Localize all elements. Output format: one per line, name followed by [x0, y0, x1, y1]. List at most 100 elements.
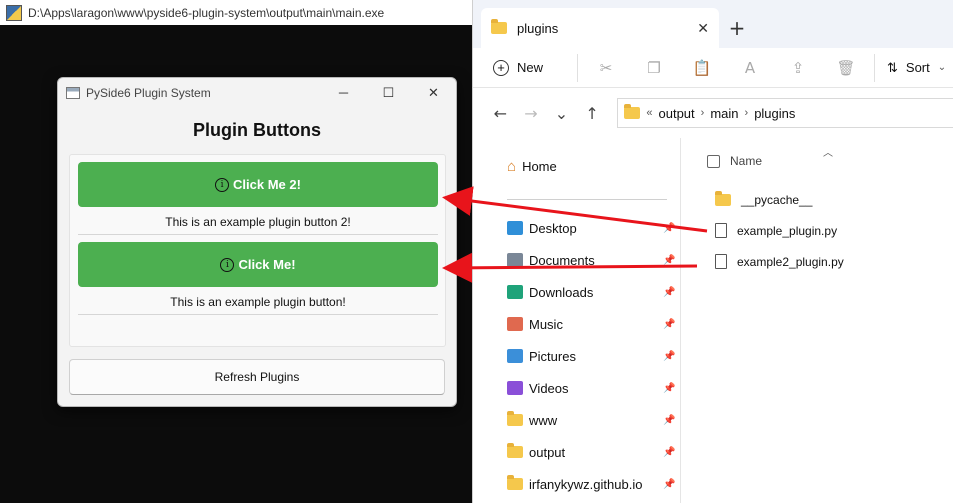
- breadcrumb-separator: ›: [744, 107, 749, 119]
- pin-icon[interactable]: 📌: [663, 319, 675, 330]
- column-header-name[interactable]: Name ︿: [681, 138, 953, 184]
- sort-icon: ⇅: [887, 59, 898, 75]
- breadcrumb-separator: ›: [700, 107, 705, 119]
- sidebar-list: Desktop 📌 Documents 📌 Downloads 📌 Music 📌 Pictur…: [473, 212, 680, 500]
- breadcrumb-plugins[interactable]: plugins: [754, 106, 795, 121]
- select-all-checkbox[interactable]: [707, 154, 720, 168]
- desktop-icon: [507, 221, 523, 235]
- pin-icon[interactable]: 📌: [663, 479, 675, 490]
- sidebar-item-label: Home: [522, 158, 557, 174]
- sidebar-item-downloads[interactable]: Downloads 📌: [473, 276, 680, 308]
- recent-locations-icon[interactable]: ⌄: [546, 104, 577, 123]
- sidebar-item-label: output: [529, 444, 566, 460]
- maximize-icon[interactable]: ☐: [366, 78, 411, 107]
- file-name: example_plugin.py: [737, 223, 838, 238]
- plugin-system-window: PySide6 Plugin System ─ ☐ ✕ Plugin Butto…: [57, 77, 457, 407]
- paste-icon[interactable]: 📋: [678, 59, 726, 77]
- folder-icon: [507, 411, 523, 426]
- console-title-text: D:\Apps\laragon\www\pyside6-plugin-syste…: [28, 5, 385, 20]
- folder-icon: [715, 190, 731, 206]
- minimize-icon[interactable]: ─: [321, 78, 366, 107]
- plugin-buttons-heading: Plugin Buttons: [193, 120, 321, 140]
- downloads-icon: [507, 285, 523, 299]
- sidebar-item-irfanykywz[interactable]: irfanykywz.github.io 📌: [473, 468, 680, 500]
- sidebar-item-label: Videos: [529, 380, 569, 396]
- refresh-plugins-button[interactable]: Refresh Plugins: [69, 359, 445, 395]
- sidebar-item-videos[interactable]: Videos 📌: [473, 372, 680, 404]
- breadcrumb-main[interactable]: main: [710, 106, 738, 121]
- videos-icon: [507, 381, 523, 395]
- delete-icon[interactable]: 🗑: [822, 59, 870, 77]
- pin-icon[interactable]: 📌: [663, 415, 675, 426]
- sidebar-divider: [507, 199, 667, 200]
- pin-icon[interactable]: 📌: [663, 255, 675, 266]
- folder-icon: [491, 19, 507, 34]
- file-explorer-window: plugins ✕ + + New ✂ ❐ 📋 A ⇪ 🗑 ⇅ Sort ⌄ ←…: [472, 0, 953, 503]
- plugin-description: This is an example plugin button!: [170, 295, 346, 309]
- sidebar-item-pictures[interactable]: Pictures 📌: [473, 340, 680, 372]
- toolbar-divider: [874, 53, 875, 82]
- pin-icon[interactable]: 📌: [663, 223, 675, 234]
- explorer-tab-bar: plugins ✕ +: [473, 0, 953, 48]
- window-icon: [66, 86, 80, 99]
- plugin-separator: [78, 314, 438, 315]
- info-icon: i: [220, 257, 235, 272]
- plugin-button-label: Click Me!: [238, 257, 296, 272]
- up-icon[interactable]: ↑: [577, 104, 608, 123]
- sidebar-item-label: Documents: [529, 252, 595, 268]
- home-icon: ⌂: [507, 157, 517, 175]
- plugin-button-1[interactable]: i Click Me!: [78, 242, 438, 287]
- copy-icon[interactable]: ❐: [630, 59, 678, 77]
- qt-titlebar: PySide6 Plugin System ─ ☐ ✕: [58, 78, 456, 107]
- new-label: New: [517, 60, 544, 75]
- forward-icon[interactable]: →: [516, 104, 547, 123]
- sidebar-item-home[interactable]: ⌂ Home: [473, 150, 680, 182]
- plugin-separator: [78, 234, 438, 235]
- file-icon: [715, 223, 727, 238]
- cut-icon[interactable]: ✂: [582, 59, 630, 77]
- toolbar-divider: [577, 53, 578, 82]
- sidebar-item-label: Pictures: [529, 348, 576, 364]
- sidebar-item-desktop[interactable]: Desktop 📌: [473, 212, 680, 244]
- sort-button[interactable]: ⇅ Sort ⌄: [887, 60, 946, 76]
- sidebar-item-label: Desktop: [529, 220, 577, 236]
- breadcrumb-output[interactable]: output: [659, 106, 695, 121]
- file-row[interactable]: example_plugin.py: [681, 215, 953, 246]
- plugin-list-panel: i Click Me 2! This is an example plugin …: [69, 154, 446, 347]
- pin-icon[interactable]: 📌: [663, 287, 675, 298]
- info-icon: i: [215, 177, 230, 192]
- overflow-icon[interactable]: «: [646, 107, 652, 119]
- sidebar-item-label: Music: [529, 316, 563, 332]
- python-app-icon: [6, 4, 22, 21]
- plugin-button-2[interactable]: i Click Me 2!: [78, 162, 438, 207]
- plus-icon: +: [493, 59, 509, 76]
- plugin-description: This is an example plugin button 2!: [165, 215, 351, 229]
- back-icon[interactable]: ←: [485, 104, 516, 123]
- console-titlebar: D:\Apps\laragon\www\pyside6-plugin-syste…: [0, 0, 472, 25]
- close-icon[interactable]: ✕: [411, 78, 456, 107]
- tab-plugins[interactable]: plugins ✕: [481, 8, 719, 48]
- pictures-icon: [507, 349, 523, 363]
- file-row[interactable]: example2_plugin.py: [681, 246, 953, 277]
- sidebar-item-www[interactable]: www 📌: [473, 404, 680, 436]
- music-icon: [507, 317, 523, 331]
- pin-icon[interactable]: 📌: [663, 447, 675, 458]
- tab-title: plugins: [517, 20, 559, 36]
- file-name: example2_plugin.py: [737, 254, 844, 269]
- rename-icon[interactable]: A: [726, 59, 774, 77]
- new-tab-button[interactable]: +: [719, 8, 755, 48]
- sidebar-item-documents[interactable]: Documents 📌: [473, 244, 680, 276]
- qt-window-title: PySide6 Plugin System: [86, 85, 211, 100]
- address-bar[interactable]: « output › main › plugins: [617, 98, 953, 128]
- file-row[interactable]: __pycache__: [681, 184, 953, 215]
- close-tab-icon[interactable]: ✕: [697, 20, 709, 37]
- share-icon[interactable]: ⇪: [774, 59, 822, 77]
- pin-icon[interactable]: 📌: [663, 351, 675, 362]
- sidebar-item-music[interactable]: Music 📌: [473, 308, 680, 340]
- sidebar-item-label: www: [529, 412, 558, 428]
- sidebar-item-output[interactable]: output 📌: [473, 436, 680, 468]
- plugin-button-label: Click Me 2!: [233, 177, 301, 192]
- file-icon: [715, 254, 727, 269]
- new-button[interactable]: + New: [493, 59, 573, 76]
- pin-icon[interactable]: 📌: [663, 383, 675, 394]
